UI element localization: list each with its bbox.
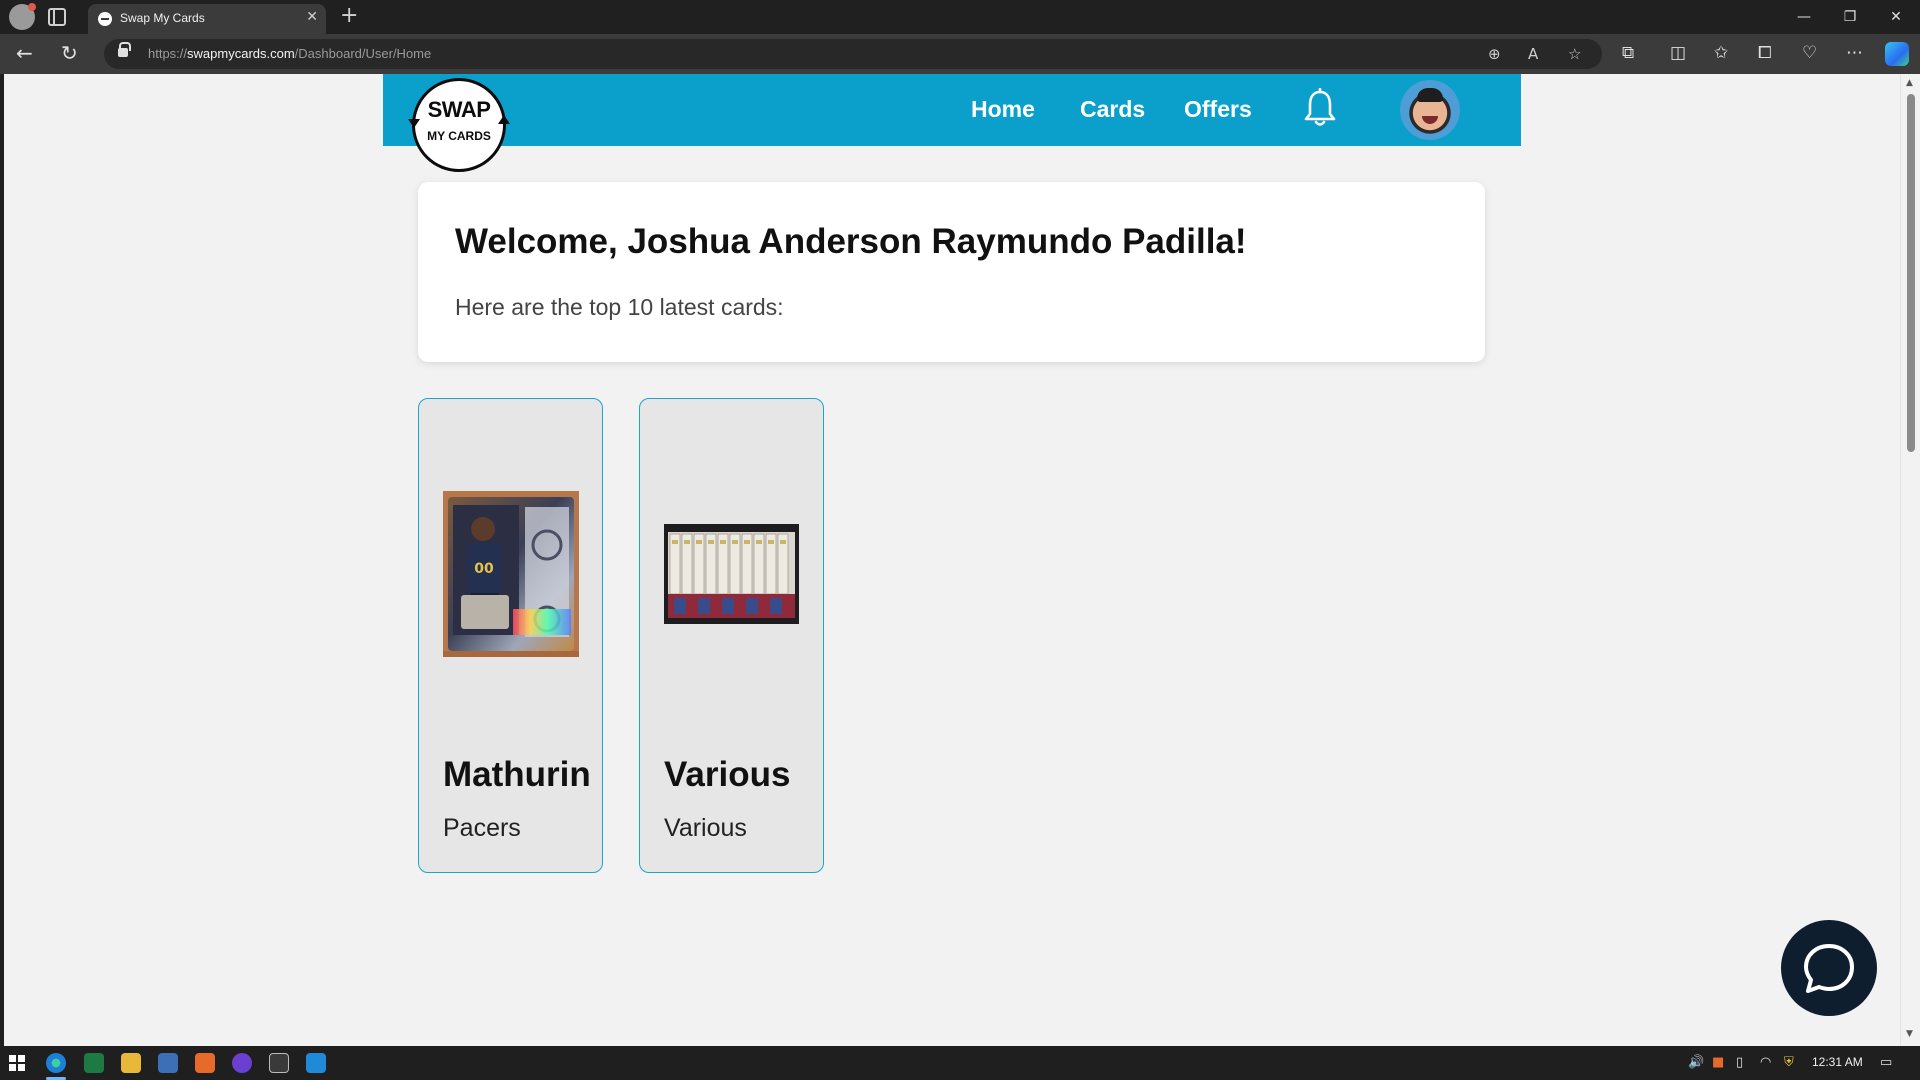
- scroll-up-icon[interactable]: ▲: [1906, 78, 1913, 88]
- github-desktop-icon[interactable]: [232, 1053, 252, 1073]
- windows-taskbar: 🔊 ■ ▯ ◠ ⛨ 12:31 AM ▭: [0, 1046, 1920, 1080]
- file-explorer-icon[interactable]: [121, 1053, 141, 1073]
- notification-bell-icon[interactable]: [1302, 88, 1338, 128]
- edge-app-icon[interactable]: [46, 1053, 66, 1073]
- site-logo[interactable]: SWAP MY CARDS: [408, 78, 510, 172]
- wifi-icon[interactable]: ◠: [1760, 1055, 1771, 1071]
- card-team-name: Pacers: [443, 814, 521, 842]
- scroll-down-icon[interactable]: ▼: [1906, 1029, 1913, 1039]
- xampp-app-icon[interactable]: [195, 1053, 215, 1073]
- site-header: SWAP MY CARDS Home Cards Offers: [383, 74, 1521, 172]
- address-bar[interactable]: https://swapmycards.com/Dashboard/User/H…: [104, 39, 1602, 69]
- taskbar-clock[interactable]: 12:31 AM: [1812, 1055, 1863, 1069]
- page-scrollbar[interactable]: ▲ ▼: [1900, 74, 1920, 1046]
- favorites-icon[interactable]: ✩: [1714, 43, 1728, 63]
- card-item[interactable]: Various Various: [639, 398, 824, 873]
- logo-arrow-right-icon: [498, 115, 510, 124]
- windows-start-icon[interactable]: [9, 1055, 25, 1071]
- more-menu-icon[interactable]: ⋯: [1846, 43, 1863, 63]
- tab-title: Swap My Cards: [120, 11, 205, 25]
- card-team-name: Various: [664, 814, 747, 842]
- logo-text-my-cards: MY CARDS: [427, 129, 491, 143]
- new-tab-button[interactable]: +: [340, 3, 358, 29]
- calculator-app-icon[interactable]: [158, 1053, 178, 1073]
- svg-text:00: 00: [474, 561, 494, 577]
- logo-text-swap: SWAP: [427, 97, 491, 122]
- battery-icon[interactable]: ▯: [1736, 1055, 1743, 1071]
- nav-home-link[interactable]: Home: [971, 96, 1035, 123]
- card-image[interactable]: [664, 524, 799, 624]
- extensions-icon[interactable]: ⧉: [1622, 43, 1634, 63]
- terminal-app-icon[interactable]: [269, 1053, 289, 1073]
- browser-essentials-icon[interactable]: ♡: [1802, 43, 1817, 63]
- browser-tab-active[interactable]: Swap My Cards ✕: [88, 4, 326, 34]
- copilot-icon[interactable]: [1885, 42, 1909, 66]
- welcome-panel: Welcome, Joshua Anderson Raymundo Padill…: [418, 182, 1485, 362]
- notification-center-icon[interactable]: ▭: [1880, 1055, 1892, 1071]
- window-close-button[interactable]: ✕: [1874, 4, 1918, 30]
- nav-cards-link[interactable]: Cards: [1080, 96, 1145, 123]
- security-tray-icon[interactable]: ⛨: [1784, 1055, 1794, 1071]
- nav-offers-link[interactable]: Offers: [1184, 96, 1252, 123]
- scrollbar-thumb[interactable]: [1907, 94, 1915, 452]
- browser-tab-strip: Swap My Cards ✕ + — ❐ ✕: [0, 0, 1920, 34]
- favorite-star-icon[interactable]: ☆: [1568, 45, 1581, 63]
- profile-icon[interactable]: [9, 3, 36, 30]
- web-viewport: SWAP MY CARDS Home Cards Offers Welcome,…: [4, 74, 1900, 1046]
- address-url[interactable]: https://swapmycards.com/Dashboard/User/H…: [148, 46, 431, 61]
- welcome-subtitle: Here are the top 10 latest cards:: [455, 294, 784, 320]
- card-player-name: Various: [664, 755, 791, 794]
- site-favicon-icon: [98, 12, 112, 26]
- xampp-tray-icon[interactable]: ■: [1712, 1055, 1724, 1071]
- window-minimize-button[interactable]: —: [1782, 4, 1826, 30]
- vscode-app-icon[interactable]: [306, 1053, 326, 1073]
- page-container: SWAP MY CARDS Home Cards Offers Welcome,…: [383, 74, 1521, 1046]
- read-aloud-icon[interactable]: A: [1528, 45, 1538, 63]
- tab-actions-icon[interactable]: [48, 8, 66, 26]
- speaker-icon[interactable]: 🔊: [1688, 1055, 1704, 1071]
- back-arrow-icon[interactable]: ←: [16, 42, 33, 64]
- refresh-icon[interactable]: ↻: [61, 42, 78, 64]
- browser-toolbar: ← ↻ https://swapmycards.com/Dashboard/Us…: [0, 34, 1920, 74]
- card-player-name: Mathurin: [443, 755, 591, 794]
- card-item[interactable]: 00 Mathurin Pacers: [418, 398, 603, 873]
- user-avatar[interactable]: [1400, 80, 1460, 140]
- collections-icon[interactable]: ⧠: [1758, 43, 1772, 63]
- split-screen-icon[interactable]: ◫: [1670, 43, 1686, 63]
- chat-button[interactable]: [1781, 920, 1877, 1016]
- window-restore-button[interactable]: ❐: [1828, 4, 1872, 30]
- logo-arrow-left-icon: [408, 119, 420, 128]
- zoom-icon[interactable]: ⊕: [1488, 45, 1501, 63]
- excel-app-icon[interactable]: [84, 1053, 104, 1073]
- tab-close-icon[interactable]: ✕: [306, 9, 318, 25]
- chat-bubble-icon: [1804, 944, 1854, 993]
- welcome-title: Welcome, Joshua Anderson Raymundo Padill…: [455, 222, 1247, 261]
- lock-icon[interactable]: [118, 42, 131, 57]
- card-image[interactable]: 00: [443, 491, 579, 657]
